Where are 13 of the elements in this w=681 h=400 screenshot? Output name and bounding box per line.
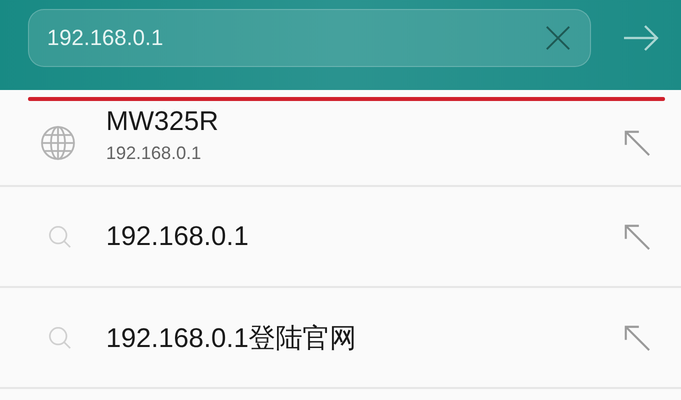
arrow-up-left-icon[interactable] <box>623 324 651 352</box>
suggestion-title[interactable]: MW325R <box>106 106 219 137</box>
search-icon <box>48 224 72 248</box>
search-icon <box>48 326 72 350</box>
arrow-up-left-icon[interactable] <box>623 222 651 250</box>
address-text: 192.168.0.1 <box>47 25 164 51</box>
suggestion-url: 192.168.0.1 <box>106 143 202 164</box>
globe-icon <box>40 125 76 161</box>
arrow-right-icon[interactable] <box>623 25 659 51</box>
arrow-up-left-icon[interactable] <box>623 129 651 157</box>
suggestion-title[interactable]: 192.168.0.1登陆官网 <box>106 320 357 356</box>
suggestion-title[interactable]: 192.168.0.1 <box>106 221 249 252</box>
close-icon[interactable] <box>544 24 572 52</box>
